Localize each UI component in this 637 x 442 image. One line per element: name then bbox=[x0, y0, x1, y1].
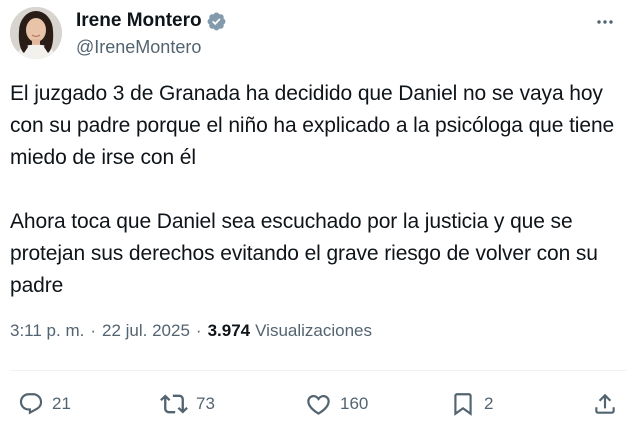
repost-button[interactable]: 73 bbox=[160, 384, 215, 424]
author-handle[interactable]: @IreneMontero bbox=[76, 37, 227, 58]
action-bar: 21 73 160 2 bbox=[0, 384, 637, 424]
like-button[interactable]: 160 bbox=[305, 384, 368, 424]
tweet-paragraph: El juzgado 3 de Granada ha decidido que … bbox=[10, 82, 615, 169]
avatar-image bbox=[10, 7, 62, 59]
reply-count: 21 bbox=[52, 394, 71, 413]
reply-button[interactable]: 21 bbox=[18, 384, 71, 424]
repost-count: 73 bbox=[196, 394, 215, 413]
like-count: 160 bbox=[340, 394, 369, 413]
reply-icon bbox=[19, 393, 43, 415]
views-count: 3.974 bbox=[207, 321, 251, 340]
author-names: Irene Montero @IreneMontero bbox=[76, 8, 227, 58]
tweet-meta: 3:11 p. m. · 22 jul. 2025 · 3.974 Visual… bbox=[10, 321, 372, 341]
tweet-header: Irene Montero @IreneMontero bbox=[10, 5, 227, 61]
repost-icon bbox=[160, 394, 188, 414]
tweet-text: El juzgado 3 de Granada ha decidido que … bbox=[10, 78, 630, 302]
bookmark-button[interactable]: 2 bbox=[450, 384, 493, 424]
more-options-icon[interactable] bbox=[593, 10, 617, 34]
verified-badge-icon[interactable] bbox=[206, 11, 227, 32]
share-icon bbox=[595, 393, 615, 414]
tweet-time[interactable]: 3:11 p. m. bbox=[10, 321, 84, 341]
bookmark-icon bbox=[454, 393, 472, 416]
meta-separator: · bbox=[195, 321, 202, 340]
heart-icon bbox=[307, 394, 330, 415]
name-row: Irene Montero bbox=[76, 8, 227, 34]
tweet-paragraph: Ahora toca que Daniel sea escuchado por … bbox=[10, 210, 598, 297]
tweet-date[interactable]: 22 jul. 2025 bbox=[102, 321, 190, 341]
author-display-name[interactable]: Irene Montero bbox=[76, 10, 202, 32]
meta-separator: · bbox=[90, 321, 97, 340]
bookmark-count: 2 bbox=[484, 394, 494, 413]
tweet: Irene Montero @IreneMontero El juzgado 3… bbox=[0, 0, 637, 442]
views-label: Visualizaciones bbox=[255, 321, 373, 340]
avatar[interactable] bbox=[10, 7, 62, 59]
share-button[interactable] bbox=[592, 384, 618, 424]
divider bbox=[10, 370, 627, 371]
